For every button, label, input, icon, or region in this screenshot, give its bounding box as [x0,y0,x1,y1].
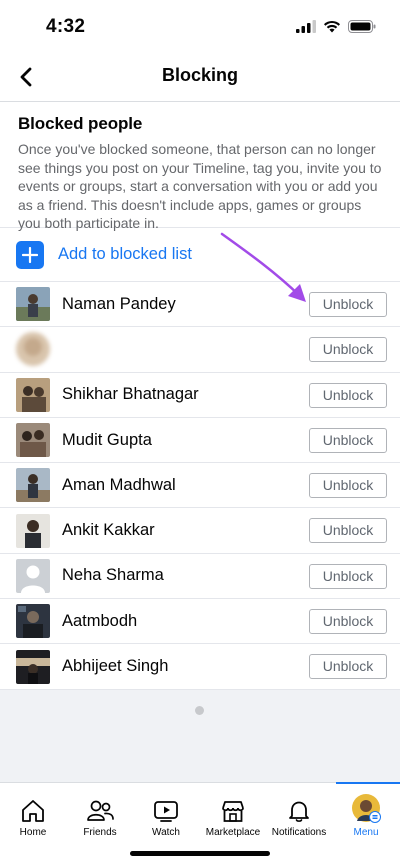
profile-avatar [352,794,381,823]
tab-label: Notifications [271,827,327,838]
section-header: Blocked people Once you've blocked someo… [0,102,400,231]
wifi-icon [324,20,340,33]
unblock-button[interactable]: Unblock [309,292,387,317]
blocked-person-row: Ankit Kakkar Unblock [0,508,400,554]
avatar [16,468,50,503]
marketplace-icon [222,801,244,822]
plus-icon [16,240,44,269]
avatar [16,604,50,639]
cellular-signal-icon [296,20,316,33]
friends-icon [87,800,114,821]
avatar [16,423,50,458]
tab-label: Watch [152,827,180,838]
tab-label: Friends [83,827,117,838]
unblock-button[interactable]: Unblock [309,609,387,635]
tab-label: Menu [353,827,379,838]
avatar [16,332,50,367]
avatar [16,287,50,322]
unblock-button[interactable]: Unblock [309,654,387,680]
bell-icon [289,801,309,822]
avatar [16,377,50,412]
unblock-button[interactable]: Unblock [309,563,387,589]
blocked-person-row: Unblock [0,327,400,373]
home-indicator [130,851,270,856]
blocked-person-row: Naman Pandey Unblock [0,282,400,328]
avatar [16,649,50,684]
page-title: Blocking [161,65,238,85]
home-icon [22,800,44,822]
section-description: Once you've blocked someone, that person… [18,141,382,231]
loading-indicator [195,706,204,715]
status-icons [296,20,376,33]
status-bar: 4:32 [0,0,400,52]
unblock-button[interactable]: Unblock [309,382,387,408]
blocked-person-row: Mudit Gupta Unblock [0,418,400,464]
blocked-person-row: Aatmbodh Unblock [0,599,400,645]
tab-notifications[interactable]: Notifications [266,783,332,845]
battery-icon [348,20,376,33]
add-to-blocked-list-button[interactable]: Add to blocked list [0,228,400,282]
tab-home[interactable]: Home [0,783,66,845]
blocked-people-section: Blocked people Once you've blocked someo… [0,102,400,690]
tab-menu[interactable]: Menu [333,783,399,845]
bottom-tab-bar: Home Friends Watch Marketplace Notificat… [0,782,400,864]
unblock-button[interactable]: Unblock [309,337,387,363]
tab-label: Home [19,827,47,838]
blocked-person-row: Aman Madhwal Unblock [0,463,400,509]
unblock-button[interactable]: Unblock [309,518,387,544]
blocked-person-row: Neha Sharma Unblock [0,554,400,600]
annotation-arrow-icon [220,232,306,302]
blocked-person-row: Abhijeet Singh Unblock [0,644,400,690]
blocked-person-row: Shikhar Bhatnagar Unblock [0,373,400,418]
nav-bar: Blocking [0,52,400,102]
section-title: Blocked people [18,114,143,133]
tab-marketplace[interactable]: Marketplace [200,783,266,845]
unblock-button[interactable]: Unblock [309,473,387,499]
watch-icon [154,801,178,822]
add-to-blocked-list-label: Add to blocked list [58,245,192,263]
avatar [16,513,50,548]
status-time: 4:32 [46,16,86,37]
tab-watch[interactable]: Watch [133,783,199,845]
tab-friends[interactable]: Friends [67,783,133,845]
unblock-button[interactable]: Unblock [309,427,387,453]
tab-label: Marketplace [205,827,261,838]
default-avatar-icon [16,558,50,593]
